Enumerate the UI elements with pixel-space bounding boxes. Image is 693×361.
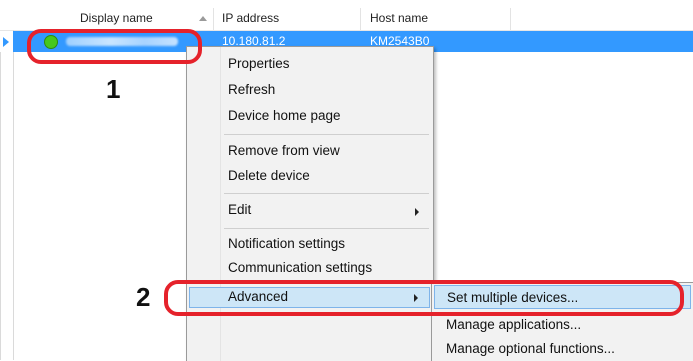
column-host-name[interactable]: Host name	[370, 11, 428, 25]
menu-separator	[224, 228, 429, 229]
menu-item-device-home-page[interactable]: Device home page	[228, 108, 341, 123]
sort-ascending-icon	[199, 16, 207, 21]
column-divider[interactable]	[360, 8, 361, 30]
menu-item-edit[interactable]: Edit	[228, 202, 251, 217]
column-display-name[interactable]: Display name	[80, 11, 153, 25]
submenu-arrow-icon	[415, 208, 419, 216]
list-gutter-border	[13, 30, 14, 360]
column-divider[interactable]	[213, 8, 214, 30]
step1-number: 1	[106, 74, 121, 104]
step2-number: 2	[136, 282, 151, 312]
submenu-item-manage-optional-functions[interactable]: Manage optional functions...	[446, 341, 615, 356]
menu-separator	[224, 193, 429, 194]
menu-item-refresh[interactable]: Refresh	[228, 82, 275, 97]
menu-item-notification-settings[interactable]: Notification settings	[228, 236, 345, 251]
menu-separator	[224, 134, 429, 135]
list-outer-border	[0, 52, 1, 360]
step2-callout	[164, 280, 684, 316]
menu-item-properties[interactable]: Properties	[228, 56, 290, 71]
column-divider[interactable]	[510, 8, 511, 30]
list-header: Display name IP address Host name	[0, 8, 693, 31]
menu-item-communication-settings[interactable]: Communication settings	[228, 260, 372, 275]
menu-item-delete-device[interactable]: Delete device	[228, 168, 310, 183]
step1-callout	[27, 29, 202, 64]
row-pointer-icon	[3, 37, 9, 47]
menu-item-remove-from-view[interactable]: Remove from view	[228, 143, 340, 158]
submenu-item-manage-applications[interactable]: Manage applications...	[446, 317, 581, 332]
column-ip-address[interactable]: IP address	[222, 11, 279, 25]
